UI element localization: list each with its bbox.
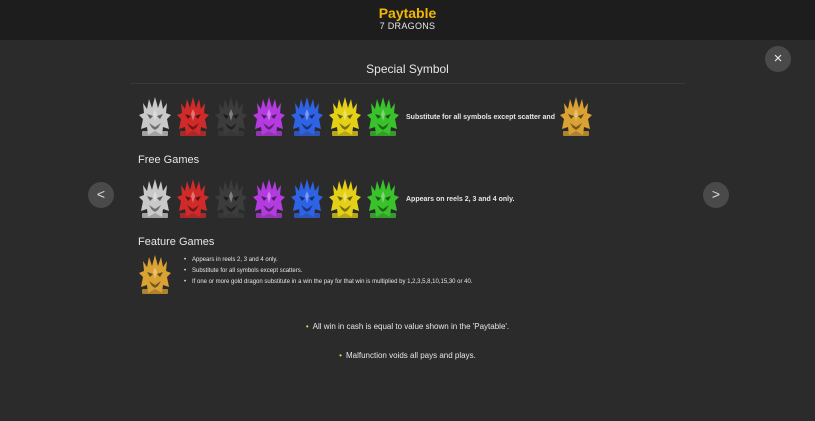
green-dragon-icon <box>366 97 400 137</box>
note-text: Malfunction voids all pays and plays. <box>345 351 476 360</box>
free-game-symbols <box>138 179 400 219</box>
bullet-icon: • <box>305 322 309 331</box>
yellow-dragon-icon <box>328 97 362 137</box>
prev-page-button[interactable]: < <box>88 182 114 208</box>
yellow-dragon-icon <box>328 179 362 219</box>
red-dragon-icon <box>176 179 210 219</box>
header: Paytable 7 DRAGONS <box>0 0 815 40</box>
purple-dragon-icon <box>252 179 286 219</box>
feature-games-list: Appears in reels 2, 3 and 4 only. Substi… <box>182 255 473 295</box>
list-item: Appears in reels 2, 3 and 4 only. <box>184 255 473 266</box>
list-item: If one or more gold dragon substitute in… <box>184 277 472 288</box>
free-games-text: Appears on reels 2, 3 and 4 only. <box>406 195 515 203</box>
feature-games-block: Appears in reels 2, 3 and 4 only. Substi… <box>138 255 473 295</box>
special-symbol-title: Special Symbol <box>366 62 449 76</box>
note-text: All win in cash is equal to value shown … <box>312 322 510 331</box>
divider <box>130 83 685 84</box>
paytable-title: Paytable <box>378 5 437 21</box>
cash-win-note: • All win in cash is equal to value shown… <box>0 322 815 331</box>
next-page-button[interactable]: > <box>703 182 729 208</box>
blue-dragon-icon <box>290 97 324 137</box>
special-symbol-text: Substitute for all symbols except scatte… <box>406 113 555 121</box>
black-dragon-icon <box>214 97 248 137</box>
red-dragon-icon <box>176 97 210 137</box>
gold-dragon-icon <box>138 255 172 295</box>
free-games-row: Appears on reels 2, 3 and 4 only. <box>138 179 514 219</box>
free-games-label: Free Games <box>138 154 200 166</box>
silver-dragon-icon <box>138 179 172 219</box>
special-symbol-row: Substitute for all symbols except scatte… <box>138 97 593 137</box>
black-dragon-icon <box>214 179 248 219</box>
gold-dragon-icon <box>559 97 593 137</box>
game-subtitle: 7 DRAGONS <box>379 21 436 31</box>
wild-symbols <box>138 97 400 137</box>
feature-games-label: Feature Games <box>138 236 215 248</box>
purple-dragon-icon <box>252 97 286 137</box>
list-item: Substitute for all symbols except scatte… <box>184 266 473 277</box>
silver-dragon-icon <box>138 97 172 137</box>
bullet-icon: • <box>339 351 342 360</box>
blue-dragon-icon <box>290 179 324 219</box>
malfunction-note: • Malfunction voids all pays and plays. <box>0 351 815 360</box>
green-dragon-icon <box>366 179 400 219</box>
